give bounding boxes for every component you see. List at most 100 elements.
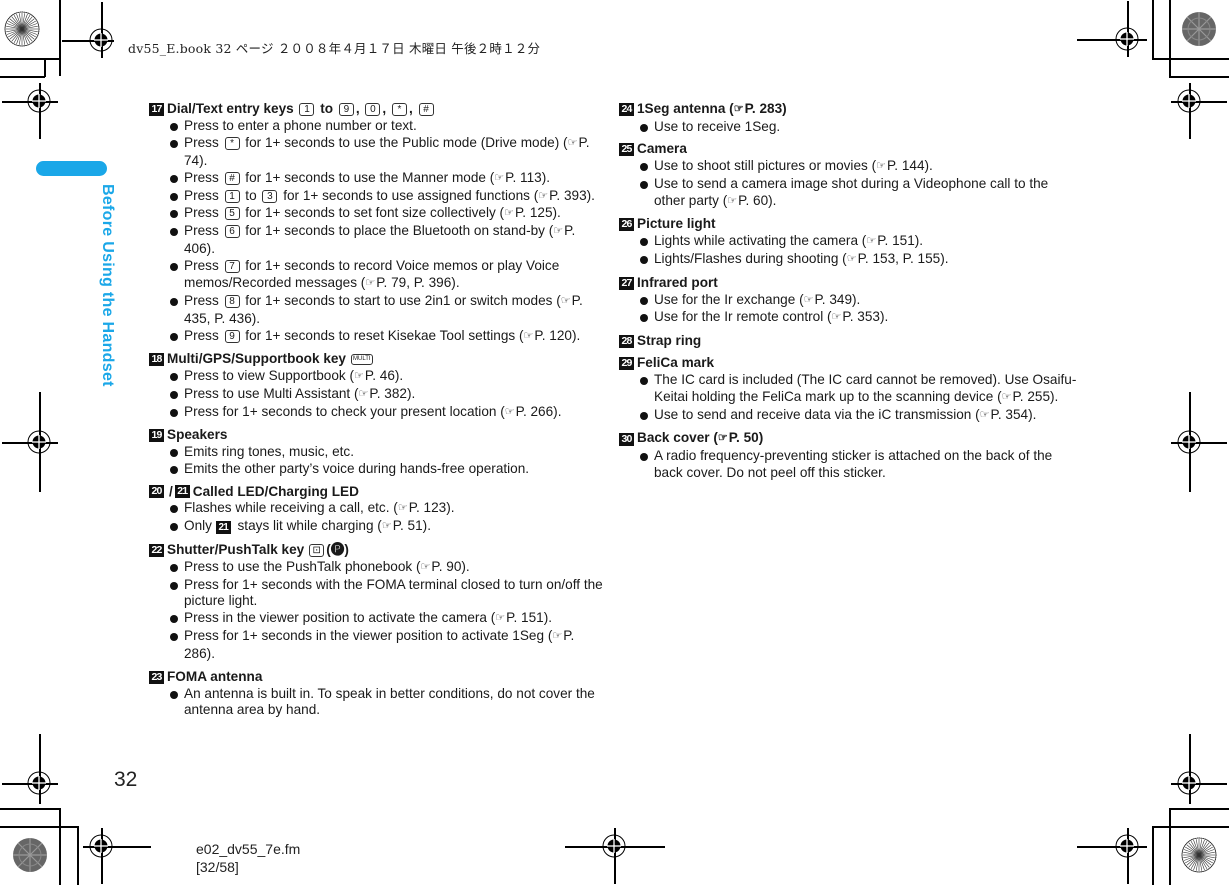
page-reference-icon: ☞ — [420, 560, 431, 573]
starburst-target-icon — [4, 11, 40, 47]
footer-page-range: [32/58] — [196, 859, 239, 875]
footer-filename: e02_dv55_7e.fm — [196, 841, 301, 857]
page-reference-icon: ☞ — [803, 293, 814, 306]
item-number-badge: 20 — [149, 485, 164, 499]
trim-line — [1169, 808, 1171, 885]
item-number-badge: 27 — [619, 276, 634, 290]
bullet-list: Use to shoot still pictures or movies (☞… — [619, 158, 1079, 211]
item-title: 28 Strap ring — [619, 333, 1079, 350]
trim-line — [77, 826, 79, 885]
item-section-24: 24 1Seg antenna (☞P. 283) Use to receive 1… — [619, 101, 1079, 136]
registration-mark-icon — [27, 89, 51, 113]
page-number: 32 — [114, 768, 138, 791]
page-reference-icon: ☞ — [354, 370, 364, 383]
item-title: 23 FOMA antenna — [149, 669, 609, 686]
section-tab-label: Before Using the Handset — [99, 184, 116, 387]
item-title: 24 1Seg antenna (☞P. 283) — [619, 101, 1079, 119]
registration-mark-icon — [1177, 771, 1201, 795]
bullet-item: Press 7 for 1+ seconds to record Voice m… — [169, 258, 609, 293]
bullet-item: Lights while activating the camera (☞P. … — [639, 233, 1079, 251]
right-column: 24 1Seg antenna (☞P. 283) Use to receive 1… — [619, 101, 1079, 488]
trim-line — [1169, 0, 1171, 76]
item-section-19: 19 Speakers Emits ring tones, music, etc. E… — [149, 427, 609, 478]
key-8-icon: 8 — [224, 294, 240, 308]
item-number-badge: 29 — [619, 357, 634, 371]
page-reference-icon: ☞ — [358, 388, 369, 400]
bullet-item: Press for 1+ seconds to check your prese… — [169, 404, 609, 422]
item-number-badge: 21 — [174, 485, 190, 499]
trim-line — [1169, 808, 1229, 810]
bullet-list: Press to enter a phone number or text. Pr… — [149, 118, 609, 346]
page-reference-icon: ☞ — [538, 189, 549, 202]
bullet-item: Press 8 for 1+ seconds to start to use 2… — [169, 293, 609, 328]
item-title-text: Called LED/Charging LED — [192, 483, 359, 499]
bullet-list: Use to receive 1Seg. — [619, 119, 1079, 136]
registration-mark-icon — [1177, 89, 1201, 113]
key-9-icon: 9 — [224, 329, 240, 343]
item-title: 30 Back cover (☞P. 50) — [619, 430, 1079, 448]
trim-line — [44, 58, 46, 77]
page-reference-icon: ☞ — [717, 432, 728, 445]
trim-line — [1152, 0, 1154, 58]
item-section-26: 26 Picture light Lights while activating t… — [619, 216, 1079, 269]
item-title-text: Back cover (☞P. 50) — [637, 430, 764, 446]
key-icon: 0 — [365, 103, 381, 116]
bullet-item: Use for the Ir remote control (☞P. 353). — [639, 309, 1079, 327]
bullet-item: Lights/Flashes during shooting (☞P. 153,… — [639, 251, 1079, 269]
starburst-target-icon — [1181, 837, 1217, 873]
trim-line — [1152, 826, 1229, 828]
item-title: 25 Camera — [619, 141, 1079, 158]
separator: / — [169, 483, 173, 499]
item-number-badge: 30 — [619, 432, 634, 446]
bullet-list: Flashes while receiving a call, etc. (☞P… — [149, 500, 609, 536]
registration-mark-icon — [1115, 834, 1139, 858]
trim-line — [1169, 76, 1229, 78]
starburst-target-icon — [1182, 12, 1216, 46]
key-icon: * — [391, 103, 407, 116]
key-x-icon: # — [224, 171, 240, 185]
trim-line — [0, 76, 45, 78]
page-reference-icon: ☞ — [552, 630, 563, 643]
registration-mark-icon — [602, 834, 626, 858]
page-reference-icon: ☞ — [560, 294, 571, 307]
item-title-text: Camera — [637, 141, 687, 157]
bullet-item: Use to receive 1Seg. — [639, 119, 1079, 136]
item-title-text: Infrared port — [637, 274, 718, 290]
bullet-item: An antenna is built in. To speak in bett… — [169, 686, 609, 720]
key-icon: 9 — [338, 103, 354, 116]
page-reference-icon: ☞ — [979, 409, 990, 421]
bullet-item: Press to use the PushTalk phonebook (☞P.… — [169, 559, 609, 577]
registration-mark-icon — [1177, 430, 1201, 454]
item-title-text: Multi/GPS/Supportbook key — [167, 351, 346, 367]
bullet-item: Only 21 stays lit while charging (☞P. 51… — [169, 518, 609, 536]
item-section-20: 20 /21 Called LED/Charging LED Flashes whil… — [149, 484, 609, 537]
key-x-icon: * — [224, 136, 240, 150]
item-title-text: Picture light — [637, 216, 716, 232]
item-number-badge: 25 — [619, 143, 634, 157]
bullet-item: A radio frequency-preventing sticker is … — [639, 448, 1079, 482]
trim-line — [0, 58, 60, 60]
key-1-icon: 1 — [224, 189, 240, 203]
trim-line — [1152, 58, 1229, 60]
bullet-item: Use for the Ir exchange (☞P. 349). — [639, 292, 1079, 310]
item-section-30: 30 Back cover (☞P. 50) A radio frequency-p… — [619, 430, 1079, 482]
bullet-item: Press 6 for 1+ seconds to place the Blue… — [169, 223, 609, 258]
key-5-icon: 5 — [224, 207, 240, 221]
item-title-text: FOMA antenna — [167, 668, 263, 684]
item-section-22: 22 Shutter/PushTalk key ⊡ (🅟) Press to use … — [149, 542, 609, 663]
item-title-text: 1Seg antenna (☞P. 283) — [637, 101, 787, 116]
bullet-item: Emits ring tones, music, etc. — [169, 444, 609, 461]
registration-mark-icon — [27, 430, 51, 454]
page-reference-icon: ☞ — [504, 405, 515, 418]
bullet-item: Press to enter a phone number or text. — [169, 118, 609, 135]
pushtalk-icon: (🅟) — [326, 541, 349, 557]
page-reference-icon: ☞ — [397, 502, 408, 515]
bullet-item: The IC card is included (The IC card can… — [639, 372, 1079, 407]
item-section-23: 23 FOMA antenna An antenna is built in. To… — [149, 669, 609, 720]
trim-line — [0, 808, 60, 810]
item-section-29: 29 FeliCa mark The IC card is included (Th… — [619, 355, 1079, 425]
item-title-text: Dial/Text entry keys 1 to 9, 0, *, # — [167, 101, 436, 118]
item-title: 29 FeliCa mark — [619, 355, 1079, 372]
key-icon: # — [418, 103, 434, 116]
item-number-badge: 24 — [619, 103, 634, 117]
